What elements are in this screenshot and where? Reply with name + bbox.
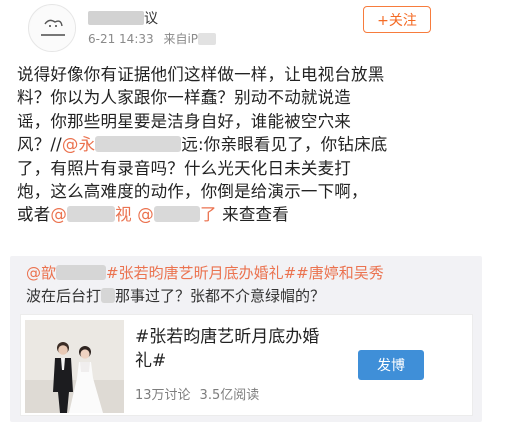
hashtag-link[interactable]: #张若昀唐艺昕月底办婚礼# <box>106 264 296 282</box>
follow-button[interactable]: +关注 <box>363 6 431 33</box>
mention-text: @永 <box>61 135 96 155</box>
discussion-count: 13万讨论 <box>135 388 191 403</box>
avatar-logo-icon <box>30 6 75 51</box>
mention-text: @歆 <box>26 264 57 282</box>
repost-box[interactable]: @歆 #张若昀唐艺昕月底办婚礼##唐婷和吴秀 波在后台打 那事过了？张都不介意绿帽的… <box>10 256 482 422</box>
text-fragment: 风？// <box>17 135 62 155</box>
blurred-mention <box>95 136 182 153</box>
blurred-mention <box>153 206 200 223</box>
read-count: 3.5亿阅读 <box>199 388 260 403</box>
post-meta: 6-21 14:33 来自iP <box>88 30 217 47</box>
repost-line: 波在后台打 那事过了？张都不介意绿帽的？ <box>26 285 456 308</box>
wedding-photo-image <box>25 320 124 413</box>
text-fragment: 远:你亲眼看见了，你钻床底 <box>181 135 388 155</box>
mention-text: 视 <box>115 205 132 225</box>
weibo-post: 议 6-21 14:33 来自iP +关注 说得好像你有证据他们这样做一样，让电… <box>0 0 509 441</box>
topic-card[interactable]: #张若昀唐艺昕月底办婚礼# 13万讨论 3.5亿阅读 发博 <box>20 314 473 416</box>
hashtag-link[interactable]: #唐婷和吴秀 <box>296 264 384 282</box>
mention-text: 了 <box>199 205 217 225</box>
post-line: 风？//@永 远:你亲眼看见了，你钻床底 <box>17 133 387 156</box>
post-body: 说得好像你有证据他们这样做一样，让电视台放黑 料？你以为人家跟你一样蠢？别动不动… <box>17 63 387 227</box>
mention-link[interactable]: @歆 <box>26 264 107 282</box>
username[interactable]: 议 <box>88 9 158 27</box>
text-fragment: 波在后台打 <box>26 287 102 305</box>
username-suffix: 议 <box>144 11 158 27</box>
mention-link[interactable]: @ 了 <box>137 205 216 224</box>
repost-text: @歆 #张若昀唐艺昕月底办婚礼##唐婷和吴秀 波在后台打 那事过了？张都不介意绿帽的… <box>26 262 456 308</box>
post-line: 说得好像你有证据他们这样做一样，让电视台放黑 <box>17 65 385 84</box>
mention-text: @ <box>137 205 154 225</box>
blurred-text <box>101 288 116 303</box>
topic-title[interactable]: #张若昀唐艺昕月底办婚礼# <box>135 325 335 373</box>
repost-line: @歆 #张若昀唐艺昕月底办婚礼##唐婷和吴秀 <box>26 262 456 285</box>
post-source: 来自iP <box>163 32 199 46</box>
mention-link[interactable]: @ 视 <box>50 205 131 224</box>
blurred-mention <box>56 265 107 280</box>
post-line: 或者@ 视 @ 了 来查查看 <box>17 203 357 226</box>
post-line: 了，有照片有录音吗？什么光天化日未关麦打 <box>17 158 351 178</box>
post-line: 炮，这么高难度的动作，你倒是给演示一下啊， <box>17 181 368 201</box>
text-fragment: 那事过了？张都不介意绿帽的？ <box>115 287 326 305</box>
post-line: 谣，你那些明星要是洁身自好，谁能被空穴来 <box>17 111 351 131</box>
text-fragment: 或者 <box>17 205 51 225</box>
post-line: 料？你以为人家跟你一样蠢？别动不动就说造 <box>17 88 351 108</box>
text-fragment: 来查查看 <box>216 205 289 225</box>
blurred-mention <box>67 206 116 223</box>
timestamp: 6-21 14:33 <box>88 32 154 46</box>
post-weibo-button[interactable]: 发博 <box>358 350 424 380</box>
mention-text: @ <box>50 205 68 225</box>
blurred-username <box>88 11 144 25</box>
blurred-source <box>198 33 217 45</box>
topic-image <box>25 320 124 413</box>
avatar[interactable] <box>28 4 76 52</box>
mention-link[interactable]: @永 远:你亲眼看见了，你钻床底 <box>62 135 388 154</box>
topic-stats: 13万讨论 3.5亿阅读 <box>135 384 259 403</box>
